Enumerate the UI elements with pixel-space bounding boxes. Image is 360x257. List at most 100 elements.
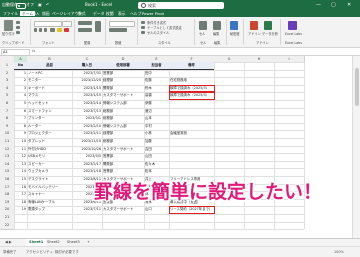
table-cell[interactable]: 5: [14, 100, 27, 108]
cut-icon[interactable]: [16, 21, 20, 24]
conditional-format-label[interactable]: 条件付き書式: [147, 21, 166, 25]
table-cell[interactable]: 7: [14, 115, 27, 123]
menu-tab-9[interactable]: ヘルプ: [130, 11, 141, 16]
table-cell[interactable]: デスクライト: [27, 176, 72, 184]
table-cell[interactable]: ウェブカメラ: [27, 168, 72, 176]
table-cell[interactable]: スピーカー: [27, 161, 72, 169]
table-cell[interactable]: 2023/7/11: [72, 206, 102, 214]
table-cell[interactable]: カスタマーサポート: [102, 92, 144, 100]
row-header[interactable]: 22: [0, 222, 15, 231]
table-cell[interactable]: 10: [14, 138, 27, 146]
table-cell[interactable]: 14: [14, 168, 27, 176]
table-cell[interactable]: 山口: [144, 206, 169, 214]
number-format-dropdown[interactable]: [109, 21, 135, 27]
copy-icon[interactable]: [16, 26, 20, 29]
number-format-icons[interactable]: [109, 28, 127, 32]
addins-icon[interactable]: [250, 21, 258, 30]
close-button[interactable]: ✕: [347, 2, 351, 8]
table-header-cell[interactable]: 担当者: [144, 62, 169, 70]
autosave-toggle[interactable]: [16, 3, 26, 9]
table-cell[interactable]: 2023/1/15: [72, 85, 102, 93]
font-size-dropdown[interactable]: [62, 21, 72, 27]
table-cell[interactable]: ノートPC: [27, 70, 72, 78]
table-cell[interactable]: 15: [14, 176, 27, 184]
table-cell[interactable]: 田中: [144, 70, 169, 78]
table-cell[interactable]: 18: [14, 199, 27, 207]
table-cell[interactable]: 営業部: [102, 153, 144, 161]
table-cell[interactable]: キーボード: [27, 85, 72, 93]
table-cell[interactable]: 情報システム部: [102, 123, 144, 131]
borders-icon[interactable]: [50, 28, 55, 32]
font-color-icon[interactable]: [64, 28, 69, 32]
table-cell[interactable]: 山田: [144, 153, 169, 161]
table-cell[interactable]: 佐藤: [144, 77, 169, 85]
table-cell[interactable]: 1: [14, 70, 27, 78]
table-cell[interactable]: 17: [14, 191, 27, 199]
data-analysis-icon[interactable]: [264, 21, 272, 30]
zoom-level[interactable]: 100%: [334, 249, 344, 255]
table-cell[interactable]: カスタマーサポート: [102, 206, 144, 214]
table-cell[interactable]: 11: [14, 146, 27, 154]
vertical-scrollbar[interactable]: [352, 56, 360, 238]
table-cell[interactable]: 電源タップ: [27, 206, 72, 214]
table-cell[interactable]: 吉田: [144, 146, 169, 154]
table-cell[interactable]: USBメモリ: [27, 153, 72, 161]
menu-tab-3[interactable]: 描画: [42, 11, 50, 16]
table-cell[interactable]: プロジェクター: [27, 130, 72, 138]
table-cell[interactable]: 加藤: [144, 138, 169, 146]
table-cell[interactable]: 情報システム部: [102, 100, 144, 108]
table-cell[interactable]: 6: [14, 108, 27, 116]
table-cell[interactable]: カスタマーサポート: [102, 146, 144, 154]
menu-tab-10[interactable]: Power Pivot: [142, 11, 164, 16]
table-cell[interactable]: 高橋: [144, 92, 169, 100]
table-cell[interactable]: 2: [14, 77, 27, 85]
table-cell[interactable]: 経理部: [102, 77, 144, 85]
table-cell[interactable]: 佐々木: [144, 161, 169, 169]
table-cell[interactable]: 鈴木: [144, 85, 169, 93]
table-header-cell[interactable]: 品目: [27, 62, 72, 70]
table-cell[interactable]: 小林: [144, 130, 169, 138]
table-cell[interactable]: 13: [14, 161, 27, 169]
table-cell[interactable]: 開発部: [102, 85, 144, 93]
table-cell[interactable]: 2023/3/1: [72, 115, 102, 123]
maximize-button[interactable]: ▢: [331, 2, 336, 8]
sheet-tab-1[interactable]: Sheet2: [44, 239, 63, 246]
fill-color-icon[interactable]: [57, 28, 62, 32]
table-cell[interactable]: 営業部: [102, 70, 144, 78]
function-icon[interactable]: fx: [32, 49, 35, 54]
accessibility-status[interactable]: アクセシビリティ: 検討が必要です: [26, 249, 79, 255]
table-cell[interactable]: 16: [14, 184, 27, 192]
table-cell[interactable]: モバイルバッテリー: [27, 184, 72, 192]
wrap-merge-icons[interactable]: [95, 21, 101, 32]
sensitivity-icon[interactable]: [230, 21, 238, 30]
table-cell[interactable]: モニター: [27, 77, 72, 85]
table-cell[interactable]: 4: [14, 92, 27, 100]
minimize-button[interactable]: —: [316, 2, 321, 8]
menu-tab-8[interactable]: 表示: [118, 11, 126, 16]
format-table-icon[interactable]: [141, 26, 145, 29]
add-sheet-button[interactable]: +: [84, 239, 93, 246]
paste-icon[interactable]: [4, 20, 13, 31]
table-cell[interactable]: 渡辺: [144, 108, 169, 116]
table-cell[interactable]: スキャナー: [27, 191, 72, 199]
table-cell[interactable]: 9: [14, 130, 27, 138]
scrollbar-thumb[interactable]: [355, 68, 359, 106]
excel-labs-icon[interactable]: [288, 21, 297, 30]
table-cell[interactable]: 2023/2/17: [72, 161, 102, 169]
underline-icon[interactable]: [44, 28, 47, 32]
table-cell[interactable]: 2023/10/26: [72, 146, 102, 154]
table-cell[interactable]: 総務部: [102, 115, 144, 123]
table-cell[interactable]: 2023/7/13: [72, 108, 102, 116]
table-cell[interactable]: 3: [14, 85, 27, 93]
table-cell[interactable]: 有線LANケーブル: [27, 199, 72, 207]
table-header-cell[interactable]: 備考: [169, 62, 214, 70]
table-cell[interactable]: 2023/11/10: [72, 138, 102, 146]
table-cell[interactable]: 会議室常設: [169, 130, 214, 138]
table-cell[interactable]: 12: [14, 153, 27, 161]
table-cell[interactable]: 外付けHDD: [27, 146, 72, 154]
table-cell[interactable]: 営業部: [102, 168, 144, 176]
table-cell[interactable]: プリンター: [27, 115, 72, 123]
table-cell[interactable]: 2023/3/5: [72, 153, 102, 161]
sheet-nav-arrows[interactable]: ◀ ▶: [2, 239, 15, 246]
table-cell[interactable]: マウス: [27, 92, 72, 100]
